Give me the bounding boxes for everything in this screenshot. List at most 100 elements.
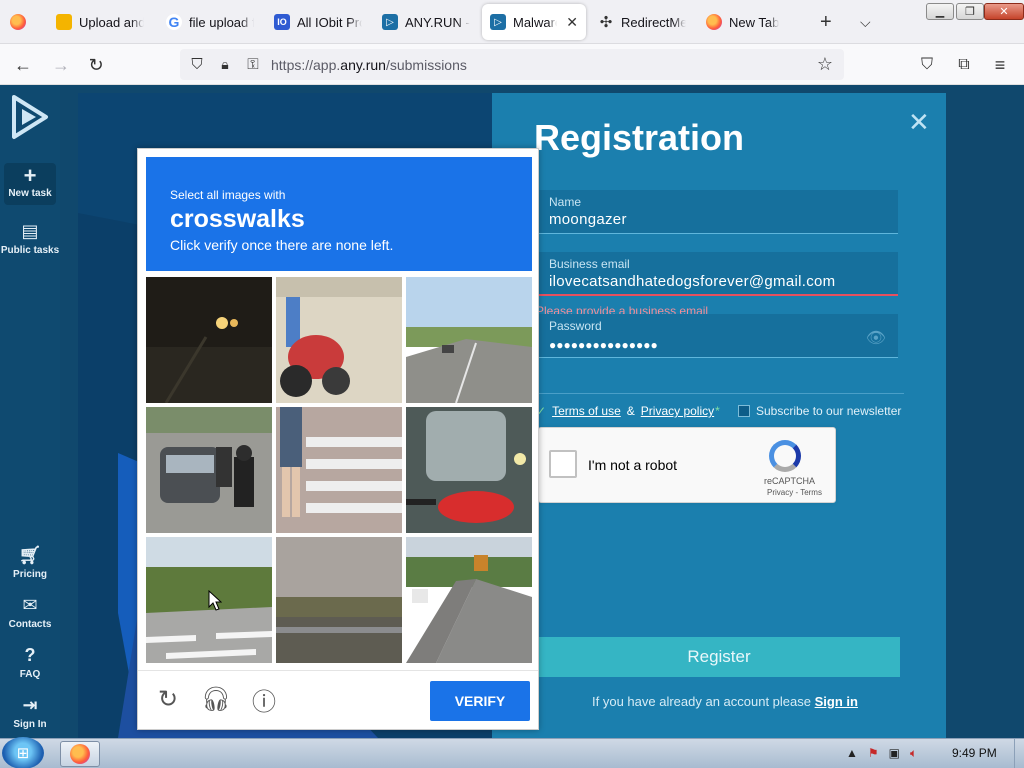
- sidebar-item-faq[interactable]: ? FAQ: [0, 645, 60, 680]
- tab-list-chevron-icon[interactable]: ⌵: [852, 4, 878, 40]
- forward-arrow-icon[interactable]: →: [48, 52, 74, 78]
- newsletter-option[interactable]: Subscribe to our newsletter: [738, 404, 901, 418]
- challenge-image-grid: [146, 277, 532, 663]
- challenge-subtext: Click verify once there are none left.: [170, 237, 394, 253]
- tab-iobit[interactable]: IO All IObit Pro: [266, 4, 370, 40]
- audio-challenge-headphones-icon[interactable]: 🎧︎: [201, 685, 231, 713]
- recaptcha-privacy-terms[interactable]: Privacy - Terms: [767, 488, 822, 497]
- recaptcha-checkbox[interactable]: [549, 450, 577, 478]
- show-desktop-button[interactable]: [1014, 739, 1024, 768]
- info-icon[interactable]: ⓘ: [250, 685, 278, 716]
- menu-hamburger-icon[interactable]: ≡: [987, 52, 1013, 78]
- permissions-key-icon[interactable]: ⚿: [240, 51, 266, 77]
- sidebar-item-label: Contacts: [8, 619, 52, 630]
- password-value: ●●●●●●●●●●●●●●●: [549, 338, 658, 352]
- iobit-icon: IO: [274, 14, 290, 30]
- address-bar[interactable]: ⛉ 🔒︎ ⚿ https://app.any.run/submissions ☆: [180, 49, 844, 80]
- close-tab-icon[interactable]: ✕: [566, 14, 578, 31]
- challenge-tile-red-scooter[interactable]: [406, 407, 532, 533]
- show-password-eye-icon[interactable]: 👁︎: [866, 328, 886, 348]
- cart-icon: 🛒︎: [18, 545, 42, 565]
- tray-flag-alert-icon[interactable]: ⚑: [868, 746, 879, 761]
- challenge-tile-road-truck[interactable]: [406, 537, 532, 663]
- ampersand: &: [626, 404, 635, 418]
- challenge-tile-crosswalk-pedestrian[interactable]: [276, 407, 402, 533]
- sign-in-link[interactable]: Sign in: [815, 694, 858, 709]
- sidebar-item-public-tasks[interactable]: ▤ Public tasks: [0, 221, 60, 256]
- challenge-tile-night-road[interactable]: [146, 277, 272, 403]
- taskbar-clock[interactable]: 9:49 PM: [952, 746, 997, 760]
- minimize-button[interactable]: ▁: [926, 3, 954, 20]
- challenge-footer: ↻ 🎧︎ ⓘ VERIFY: [138, 670, 538, 730]
- tab-label: Malware: [513, 14, 558, 30]
- recaptcha-brand: reCAPTCHA: [764, 476, 816, 486]
- newsletter-checkbox[interactable]: [738, 405, 750, 417]
- tab-firefox-view[interactable]: [2, 4, 36, 40]
- tab-new-tab[interactable]: New Tab: [698, 4, 802, 40]
- redirect-icon: ✣: [599, 14, 613, 31]
- new-tab-button[interactable]: +: [812, 4, 838, 40]
- recaptcha-label: I'm not a robot: [588, 457, 678, 473]
- business-email-field[interactable]: Business email ilovecatsandhatedogsforev…: [538, 252, 898, 296]
- tab-google-search[interactable]: G file upload f: [158, 4, 262, 40]
- sidebar-item-label: Pricing: [13, 569, 47, 580]
- extensions-icon[interactable]: ⧉: [951, 52, 977, 78]
- challenge-tile-guardrail-dusk[interactable]: [276, 537, 402, 663]
- tab-label: RedirectMe: [621, 14, 686, 30]
- app-sidebar: + New task ▤ Public tasks 🛒︎ Pricing ✉ C…: [0, 85, 60, 738]
- sidebar-item-contacts[interactable]: ✉ Contacts: [0, 595, 60, 630]
- tab-redirectme[interactable]: ✣ RedirectMe: [590, 4, 694, 40]
- challenge-tile-traffic-motorbikes[interactable]: [146, 407, 272, 533]
- google-icon: G: [166, 14, 182, 30]
- shield-icon[interactable]: ⛉: [184, 51, 210, 77]
- system-tray: ▲ ⚑ ▣ 🔈︎: [846, 746, 917, 761]
- register-button[interactable]: Register: [538, 637, 900, 677]
- bookmark-star-icon[interactable]: ☆: [812, 51, 838, 77]
- pocket-icon[interactable]: ⛉: [914, 52, 940, 78]
- tab-anyrun[interactable]: ▷ ANY.RUN - I: [374, 4, 478, 40]
- url-text: https://app.any.run/submissions: [271, 57, 467, 73]
- modal-close-icon[interactable]: ✕: [908, 107, 930, 138]
- tray-expand-icon[interactable]: ▲: [846, 746, 858, 761]
- anyrun-logo[interactable]: [0, 93, 60, 144]
- window-close-button[interactable]: ✕: [984, 3, 1024, 20]
- name-label: Name: [549, 195, 582, 209]
- challenge-tile-highway[interactable]: [406, 277, 532, 403]
- sidebar-item-pricing[interactable]: 🛒︎ Pricing: [0, 545, 60, 580]
- tab-label: file upload f: [189, 14, 254, 30]
- signin-prompt-text: If you have already an account please: [592, 694, 811, 709]
- recaptcha-logo-icon: [769, 440, 801, 472]
- maximize-button[interactable]: ❐: [956, 3, 984, 20]
- privacy-policy-link[interactable]: Privacy policy: [641, 404, 714, 418]
- browser-tab-bar: Upload and G file upload f IO All IObit …: [0, 0, 1024, 44]
- newsletter-label: Subscribe to our newsletter: [756, 404, 902, 418]
- terms-of-use-link[interactable]: Terms of use: [552, 404, 621, 418]
- challenge-tile-motorcycle-pole[interactable]: [276, 277, 402, 403]
- tray-volume-muted-icon[interactable]: 🔈︎: [910, 746, 917, 761]
- mouse-cursor-icon: [208, 590, 222, 611]
- tab-upload[interactable]: Upload and: [48, 4, 152, 40]
- reload-challenge-icon[interactable]: ↻: [154, 685, 182, 713]
- navigation-toolbar: ← → ↻ ⛉ 🔒︎ ⚿ https://app.any.run/submiss…: [0, 44, 1024, 85]
- start-button[interactable]: ⊞: [2, 737, 44, 768]
- sidebar-item-label: New task: [8, 188, 52, 199]
- upload-icon: [56, 14, 72, 30]
- sidebar-item-sign-in[interactable]: ⇥ Sign In: [0, 695, 60, 730]
- lock-icon[interactable]: 🔒︎: [212, 51, 238, 77]
- reload-icon[interactable]: ↻: [83, 52, 109, 78]
- captcha-challenge-popup: Select all images with crosswalks Click …: [137, 148, 539, 730]
- verify-button[interactable]: VERIFY: [430, 681, 530, 721]
- name-field[interactable]: Name moongazer: [538, 190, 898, 234]
- password-field[interactable]: Password ●●●●●●●●●●●●●●● 👁︎: [538, 314, 898, 358]
- email-value: ilovecatsandhatedogsforever@gmail.com: [549, 273, 836, 290]
- tray-network-icon[interactable]: ▣: [889, 746, 900, 761]
- challenge-target: crosswalks: [170, 205, 305, 233]
- taskbar-firefox-button[interactable]: [60, 741, 100, 767]
- recaptcha-widget: I'm not a robot reCAPTCHA Privacy - Term…: [538, 427, 836, 503]
- back-arrow-icon[interactable]: ←: [10, 52, 36, 78]
- tab-malware-active[interactable]: ▷ Malware ✕: [482, 4, 586, 40]
- sidebar-item-new-task[interactable]: + New task: [4, 163, 56, 205]
- required-mark: *: [715, 404, 720, 418]
- mail-icon: ✉: [22, 595, 38, 615]
- plus-icon: +: [23, 163, 37, 188]
